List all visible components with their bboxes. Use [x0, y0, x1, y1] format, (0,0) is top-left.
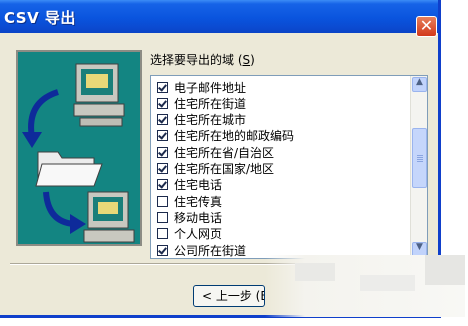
field-label: 住宅所在城市: [174, 113, 247, 128]
unchecked-checkbox[interactable]: [157, 211, 168, 223]
vertical-scrollbar[interactable]: ▲ ▼: [410, 76, 427, 258]
scroll-up-button[interactable]: ▲: [412, 77, 427, 92]
field-list-item[interactable]: 电子邮件地址: [157, 79, 246, 95]
title-bar[interactable]: CSV 导出 ✕: [0, 0, 438, 37]
field-list-item[interactable]: 住宅所在地的邮政编码: [157, 128, 294, 144]
field-label: 住宅所在街道: [174, 96, 247, 111]
arrow-icon: [22, 89, 60, 148]
wizard-illustration: [16, 50, 142, 246]
arrow-icon: [43, 191, 86, 234]
field-label: 公司所在街道: [174, 243, 247, 258]
close-button[interactable]: ✕: [416, 16, 437, 37]
field-list-item[interactable]: 住宅所在街道: [157, 95, 246, 111]
folder-icon: [35, 151, 103, 187]
field-list-item[interactable]: 个人网页: [157, 226, 222, 242]
checked-checkbox[interactable]: [157, 244, 168, 256]
checked-checkbox[interactable]: [157, 130, 168, 142]
dialog-title: CSV 导出: [4, 9, 76, 27]
back-button[interactable]: < 上一步 (B: [193, 285, 265, 307]
chevron-down-icon: ▼: [416, 242, 423, 252]
field-label: 移动电话: [174, 210, 223, 225]
computer-icon: [73, 63, 125, 127]
checked-checkbox[interactable]: [157, 179, 168, 191]
unchecked-checkbox[interactable]: [157, 195, 168, 207]
field-list-item[interactable]: 住宅所在城市: [157, 112, 246, 128]
field-label: 住宅所在国家/地区: [174, 162, 275, 176]
checked-checkbox[interactable]: [157, 81, 168, 93]
unchecked-checkbox[interactable]: [157, 228, 168, 240]
fields-listbox[interactable]: 电子邮件地址 住宅所在街道 住宅所在城市 住宅所在地的邮政编码 住宅所在省/自治区 住宅所…: [150, 75, 428, 259]
field-list-item[interactable]: 住宅所在国家/地区: [157, 161, 274, 177]
fields-prompt: 选择要导出的域 (S): [150, 53, 255, 67]
checked-checkbox[interactable]: [157, 114, 168, 126]
scroll-thumb[interactable]: [412, 128, 427, 188]
checked-checkbox[interactable]: [157, 97, 168, 109]
field-label: 住宅所在省/自治区: [174, 145, 275, 160]
field-list-item[interactable]: 移动电话: [157, 209, 222, 225]
field-label: 住宅电话: [174, 178, 223, 193]
field-label: 住宅传真: [174, 194, 223, 209]
blurred-region: [265, 255, 465, 317]
field-list-item[interactable]: 住宅所在省/自治区: [157, 144, 274, 160]
field-list-item[interactable]: 公司所在街道: [157, 242, 246, 258]
field-label: 个人网页: [174, 227, 223, 242]
checked-checkbox[interactable]: [157, 146, 168, 158]
field-list-item[interactable]: 住宅传真: [157, 193, 222, 209]
chevron-up-icon: ▲: [416, 77, 423, 87]
close-icon: ✕: [419, 16, 434, 35]
field-label: 住宅所在地的邮政编码: [174, 129, 295, 144]
checked-checkbox[interactable]: [157, 163, 168, 174]
computer-icon: [83, 191, 135, 243]
field-label: 电子邮件地址: [174, 80, 247, 95]
field-list-item[interactable]: 住宅电话: [157, 177, 222, 193]
